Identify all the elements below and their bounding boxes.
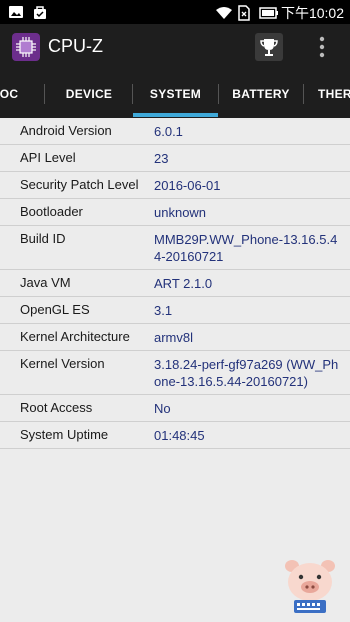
info-label: Kernel Version (20, 356, 105, 371)
info-label: Kernel Architecture (20, 329, 130, 344)
list-item: Security Patch Level 2016-06-01 (0, 172, 350, 199)
list-item: OpenGL ES 3.1 (0, 297, 350, 324)
tab-bar: OC DEVICE SYSTEM BATTERY THER (0, 70, 350, 118)
info-value: 2016-06-01 (154, 178, 221, 193)
info-label: System Uptime (20, 427, 109, 442)
sim-icon (237, 5, 253, 21)
info-label: Bootloader (20, 204, 83, 219)
info-value: No (154, 401, 171, 416)
overflow-menu-button[interactable] (312, 33, 332, 61)
system-info-list: Android Version 6.0.1 API Level 23 Secur… (0, 118, 350, 449)
app-title: CPU-Z (48, 36, 103, 56)
list-item: Kernel Architecture armv8l (0, 324, 350, 351)
status-time: 下午10:02 (280, 5, 344, 21)
info-value: unknown (154, 205, 207, 220)
tab-system[interactable]: SYSTEM (133, 70, 218, 118)
info-value: MMB29P.WW_Phone-13.16.5.44-20160721 (154, 232, 338, 264)
battery-icon (259, 5, 278, 21)
app-bar: CPU-Z (0, 24, 350, 70)
list-item: Kernel Version 3.18.24-perf-gf97a269 (WW… (0, 351, 350, 395)
info-label: Android Version (20, 123, 112, 138)
list-item: Java VM ART 2.1.0 (0, 270, 350, 297)
pig-mascot-watermark-icon (282, 556, 338, 616)
trophy-button[interactable] (255, 33, 283, 61)
tab-divider (44, 84, 45, 104)
tab-device[interactable]: DEVICE (46, 70, 132, 118)
info-label: Root Access (20, 400, 93, 415)
tab-thermal[interactable]: THER (304, 70, 350, 118)
info-value: ART 2.1.0 (154, 276, 213, 291)
list-item: Android Version 6.0.1 (0, 118, 350, 145)
list-item: Root Access No (0, 395, 350, 422)
info-value: 01:48:45 (154, 428, 205, 443)
wifi-icon (215, 5, 232, 21)
info-label: API Level (20, 150, 76, 165)
bag-icon (32, 4, 48, 20)
info-label: Build ID (20, 231, 66, 246)
info-value: 6.0.1 (154, 124, 183, 139)
info-label: Security Patch Level (20, 177, 139, 192)
status-bar: 下午10:02 (0, 0, 350, 24)
tab-battery[interactable]: BATTERY (219, 70, 303, 118)
info-value: 23 (154, 151, 169, 166)
overflow-menu-icon (312, 36, 332, 65)
list-item: API Level 23 (0, 145, 350, 172)
list-item: Build ID MMB29P.WW_Phone-13.16.5.44-2016… (0, 226, 350, 270)
tab-soc[interactable]: OC (0, 70, 26, 118)
info-value: armv8l (154, 330, 194, 345)
info-label: OpenGL ES (20, 302, 90, 317)
info-value: 3.1 (154, 303, 173, 318)
active-tab-indicator (133, 113, 218, 117)
photo-icon (8, 4, 24, 20)
trophy-icon (255, 39, 283, 65)
info-label: Java VM (20, 275, 71, 290)
info-value: 3.18.24-perf-gf97a269 (WW_Phone-13.16.5.… (154, 357, 339, 389)
list-item: Bootloader unknown (0, 199, 350, 226)
cpu-z-logo-icon (12, 33, 40, 61)
list-item: System Uptime 01:48:45 (0, 422, 350, 449)
